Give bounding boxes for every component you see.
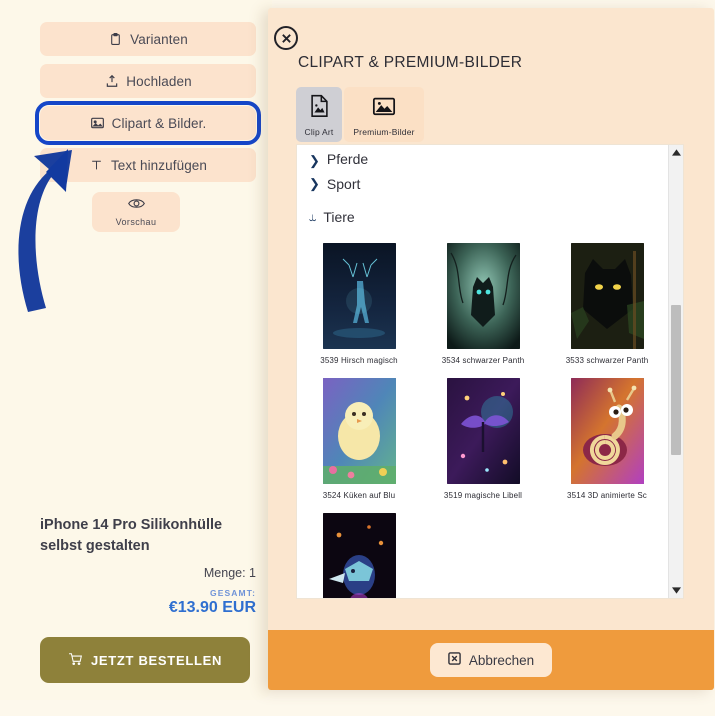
modal-tabs: Clip Art Premium-Bilder — [296, 87, 424, 142]
total-value: €13.90 EUR — [168, 599, 256, 617]
clipart-scrollbar[interactable] — [668, 145, 683, 598]
cart-icon — [68, 652, 83, 669]
category-label: Sport — [326, 175, 361, 192]
tool-button-varianten[interactable]: Varianten — [40, 22, 256, 56]
clipart-label: 3524 Küken auf Blu — [322, 491, 396, 500]
modal-title: CLIPART & PREMIUM-BILDER — [298, 54, 523, 71]
clipart-item[interactable]: 3534 schwarzer Panth — [421, 243, 545, 365]
preview-button-label: Vorschau — [115, 217, 157, 227]
clipart-label: 3514 3D animierte Sc — [567, 491, 647, 500]
clipart-thumbnail[interactable] — [322, 513, 396, 598]
category-row-pferde[interactable]: ❯ Pferde — [297, 145, 669, 167]
category-label: Tiere — [323, 208, 355, 225]
clipart-thumbnail[interactable] — [322, 243, 396, 349]
total-label: GESAMT: — [210, 588, 256, 599]
category-label: Pferde — [326, 151, 369, 167]
clipart-label: 3534 schwarzer Panth — [441, 356, 525, 365]
close-box-icon — [448, 652, 461, 668]
tab-clip-art[interactable]: Clip Art — [296, 87, 342, 142]
order-now-label: JETZT BESTELLEN — [90, 652, 223, 668]
category-row-tiere[interactable]: ⥿ Tiere — [297, 200, 669, 233]
tab-label: Clip Art — [304, 127, 334, 137]
clipart-thumbnail[interactable] — [446, 378, 520, 484]
clipart-item[interactable]: 3533 schwarzer Panth — [545, 243, 669, 365]
clipart-item[interactable]: 3524 Küken auf Blu — [297, 378, 421, 500]
text-icon — [89, 158, 104, 173]
close-circle-icon[interactable] — [274, 26, 298, 50]
tool-button-label: Varianten — [130, 31, 188, 47]
modal-footer: Abbrechen — [268, 630, 714, 690]
clipart-label: 3519 magische Libell — [443, 491, 523, 500]
tool-button-label: Clipart & Bilder. — [111, 115, 207, 131]
product-title: iPhone 14 Pro Silikonhülle selbst gestal… — [40, 517, 223, 554]
tool-button-list: Varianten Hochladen Clipart & Bilder. Te… — [0, 22, 272, 232]
cancel-button-label: Abbrechen — [468, 652, 535, 668]
clipart-item[interactable]: 3539 Hirsch magisch — [297, 243, 421, 365]
tool-button-text-hinzufuegen[interactable]: Text hinzufügen — [40, 148, 256, 182]
chevron-down-icon: ⥿ — [309, 209, 317, 224]
clipart-thumbnail[interactable] — [322, 378, 396, 484]
order-now-button[interactable]: JETZT BESTELLEN — [40, 637, 250, 683]
image-icon — [90, 116, 105, 131]
scrollbar-thumb[interactable] — [671, 305, 681, 455]
tab-label: Premium-Bilder — [353, 127, 415, 137]
tool-button-label: Hochladen — [126, 73, 192, 89]
preview-button[interactable]: Vorschau — [92, 192, 180, 232]
clipboard-icon — [108, 32, 123, 47]
clipart-thumbnail[interactable] — [570, 378, 644, 484]
cancel-button[interactable]: Abbrechen — [429, 643, 553, 677]
category-row-sport[interactable]: ❯ Sport — [297, 167, 669, 200]
chevron-right-icon: ❯ — [309, 176, 320, 191]
chevron-right-icon: ❯ — [309, 153, 320, 168]
designer-left-panel: Varianten Hochladen Clipart & Bilder. Te… — [0, 0, 272, 700]
tool-button-hochladen[interactable]: Hochladen — [40, 64, 256, 98]
upload-icon — [104, 74, 119, 89]
clipart-modal: CLIPART & PREMIUM-BILDER Clip Art Premiu… — [268, 8, 714, 690]
eye-icon — [127, 197, 145, 215]
clipart-thumbnail[interactable] — [446, 243, 520, 349]
clipart-item[interactable]: 3514 3D animierte Sc — [545, 378, 669, 500]
product-total: GESAMT: €13.90 EUR — [40, 588, 258, 617]
clipart-file-icon — [309, 94, 330, 123]
tool-button-label: Text hinzufügen — [110, 157, 208, 173]
product-quantity: Menge: 1 — [203, 566, 256, 581]
tool-button-clipart-bilder[interactable]: Clipart & Bilder. — [35, 101, 261, 145]
clipart-thumbnail[interactable] — [570, 243, 644, 349]
clipart-grid: 3539 Hirsch magisch 3534 schwarzer Panth… — [297, 233, 669, 598]
clipart-label: 3539 Hirsch magisch — [320, 356, 398, 365]
triangle-down-icon[interactable] — [669, 583, 683, 598]
photo-icon — [372, 94, 396, 123]
triangle-up-icon[interactable] — [669, 145, 683, 160]
clipart-item[interactable]: 3519 magische Libell — [421, 378, 545, 500]
clipart-scroll-content: ❯ Pferde ❯ Sport ⥿ Tiere 3539 Hirsch mag… — [297, 145, 669, 598]
clipart-browser: ❯ Pferde ❯ Sport ⥿ Tiere 3539 Hirsch mag… — [296, 144, 684, 599]
product-summary: iPhone 14 Pro Silikonhülle selbst gestal… — [40, 515, 258, 617]
app-root: Varianten Hochladen Clipart & Bilder. Te… — [0, 0, 715, 716]
tab-premium-bilder[interactable]: Premium-Bilder — [344, 87, 424, 142]
clipart-label: 3533 schwarzer Panth — [565, 356, 649, 365]
clipart-item[interactable] — [297, 513, 421, 598]
